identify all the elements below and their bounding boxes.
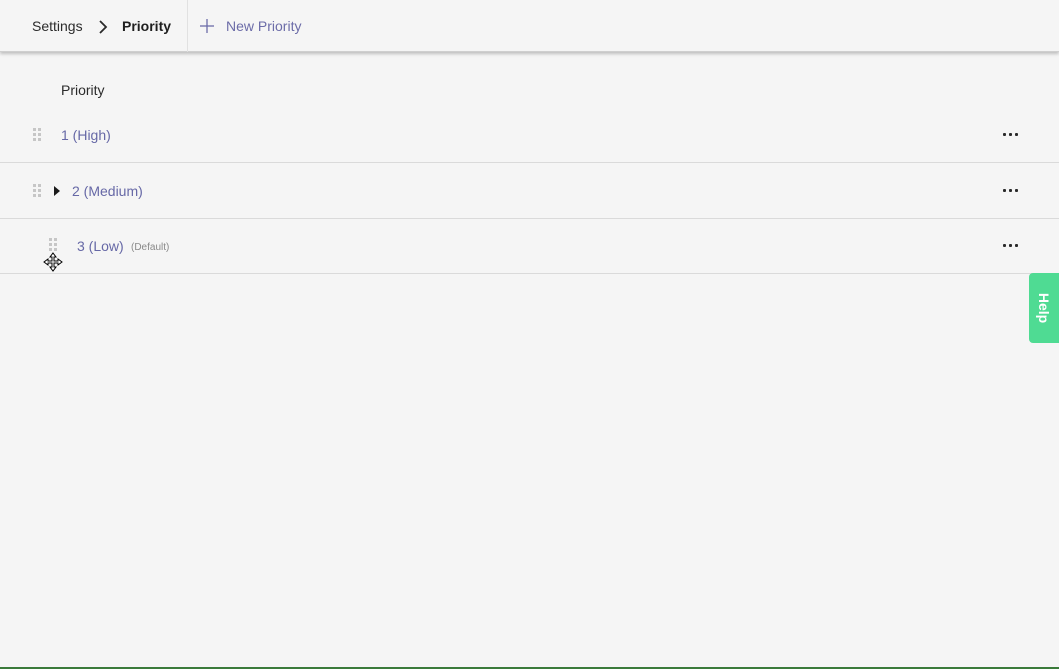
priority-label[interactable]: 2 (Medium)	[72, 183, 143, 199]
list-item: 3 (Low) (Default)	[0, 218, 1059, 274]
plus-icon	[200, 19, 214, 33]
help-tab[interactable]: Help	[1029, 273, 1059, 343]
drag-handle-icon[interactable]	[33, 128, 41, 142]
header-divider	[187, 0, 188, 52]
caret-right-icon[interactable]	[54, 186, 60, 196]
drag-handle-icon[interactable]	[33, 184, 41, 198]
chevron-right-icon	[99, 20, 108, 34]
priority-label[interactable]: 3 (Low)	[77, 238, 124, 254]
more-horizontal-icon[interactable]	[1003, 189, 1019, 193]
breadcrumb-settings-link[interactable]: Settings	[32, 18, 83, 34]
list-item: 1 (High)	[0, 107, 1059, 163]
default-badge: (Default)	[131, 242, 170, 253]
priority-label[interactable]: 1 (High)	[61, 127, 111, 143]
more-horizontal-icon[interactable]	[1003, 133, 1019, 137]
drag-handle-icon[interactable]	[49, 238, 57, 252]
list-item: 2 (Medium)	[0, 163, 1059, 219]
top-bar: Settings Priority New Priority	[0, 0, 1059, 52]
column-header-priority: Priority	[61, 82, 105, 98]
new-priority-button[interactable]: New Priority	[200, 16, 301, 36]
more-horizontal-icon[interactable]	[1003, 244, 1019, 248]
new-priority-label: New Priority	[226, 18, 302, 34]
help-label: Help	[1036, 292, 1052, 324]
breadcrumb-current: Priority	[122, 18, 172, 34]
